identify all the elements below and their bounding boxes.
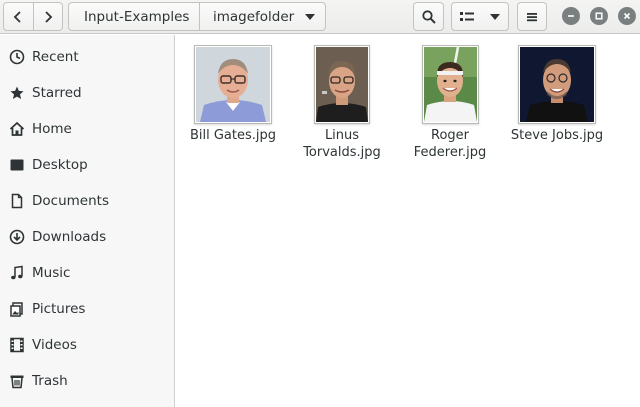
sidebar-item-label: Recent [32,49,79,65]
chevron-right-icon [45,10,53,23]
sidebar-item-label: Downloads [32,229,107,245]
places-sidebar: Recent Starred Home Desktop Documents Do… [0,35,175,407]
file-item-bill-gates[interactable]: Bill Gates.jpg [183,45,283,144]
sidebar-item-pictures[interactable]: Pictures [0,291,174,327]
file-name: Roger Federer.jpg [400,127,500,161]
close-icon [623,12,631,20]
file-name: Steve Jobs.jpg [507,127,607,144]
maximize-button[interactable] [590,7,608,25]
clock-icon [9,49,25,65]
photo-portrait-icon [520,47,594,122]
sidebar-item-label: Trash [32,373,68,389]
search-button[interactable] [413,2,444,31]
video-icon [9,337,25,353]
home-icon [9,121,25,137]
sidebar-item-label: Desktop [32,157,88,173]
sidebar-item-videos[interactable]: Videos [0,327,174,363]
file-thumbnail [314,45,370,124]
sidebar-item-label: Documents [32,193,109,209]
sidebar-item-music[interactable]: Music [0,255,174,291]
file-name-line: Roger [431,128,469,143]
download-icon [9,229,25,245]
file-name-line: Linus [324,128,360,143]
file-name: Bill Gates.jpg [183,127,283,144]
file-name-line: Steve Jobs.jpg [510,128,604,143]
sidebar-item-home[interactable]: Home [0,111,174,147]
path-crumb-parent-label: Input-Examples [84,8,190,25]
document-icon [9,193,25,209]
file-name-line: Bill Gates.jpg [189,128,277,143]
pictures-icon [9,301,25,317]
back-button[interactable] [4,3,33,30]
trash-icon [9,373,25,389]
path-crumb-current[interactable]: imagefolder [200,3,325,30]
sidebar-item-label: Videos [32,337,77,353]
sidebar-item-label: Starred [32,85,82,101]
navigation-buttons [3,2,63,31]
chevron-left-icon [13,10,21,23]
sidebar-item-trash[interactable]: Trash [0,363,174,399]
sidebar-item-starred[interactable]: Starred [0,75,174,111]
file-thumbnail [194,45,272,124]
sidebar-item-desktop[interactable]: Desktop [0,147,174,183]
file-name-line: Federer.jpg [413,145,487,160]
file-item-roger-federer[interactable]: Roger Federer.jpg [400,45,500,161]
header-bar: Input-Examples imagefolder [0,0,640,34]
photo-portrait-icon [196,47,270,122]
star-icon [9,85,25,101]
music-icon [9,265,25,281]
path-bar: Input-Examples imagefolder [68,2,326,31]
desktop-icon [9,157,25,173]
sidebar-item-label: Pictures [32,301,86,317]
minimize-icon [568,15,574,17]
dropdown-triangle-icon [305,13,315,20]
search-icon [421,9,436,24]
sidebar-item-label: Home [32,121,72,137]
path-crumb-current-label: imagefolder [213,8,295,25]
photo-portrait-icon [423,47,477,122]
sidebar-item-downloads[interactable]: Downloads [0,219,174,255]
file-name: Linus Torvalds.jpg [292,127,392,161]
close-button[interactable] [618,7,636,25]
dropdown-triangle-icon [490,13,500,20]
maximize-icon [595,12,603,20]
menu-button[interactable] [517,2,547,31]
file-item-steve-jobs[interactable]: Steve Jobs.jpg [507,45,607,144]
file-view: Bill Gates.jpg Linus Torvalds.jpg Roger … [176,35,640,407]
forward-button[interactable] [32,3,63,30]
sidebar-item-recent[interactable]: Recent [0,39,174,75]
file-thumbnail [421,45,479,124]
view-options-button[interactable] [451,2,509,31]
sidebar-item-label: Music [32,265,71,281]
minimize-button[interactable] [562,7,580,25]
path-crumb-parent[interactable]: Input-Examples [69,3,200,30]
list-view-icon [460,11,474,21]
photo-portrait-icon [316,47,368,122]
file-name-line: Torvalds.jpg [303,145,381,160]
sidebar-item-documents[interactable]: Documents [0,183,174,219]
file-item-linus-torvalds[interactable]: Linus Torvalds.jpg [292,45,392,161]
hamburger-menu-icon [527,12,537,21]
file-thumbnail [518,45,596,124]
